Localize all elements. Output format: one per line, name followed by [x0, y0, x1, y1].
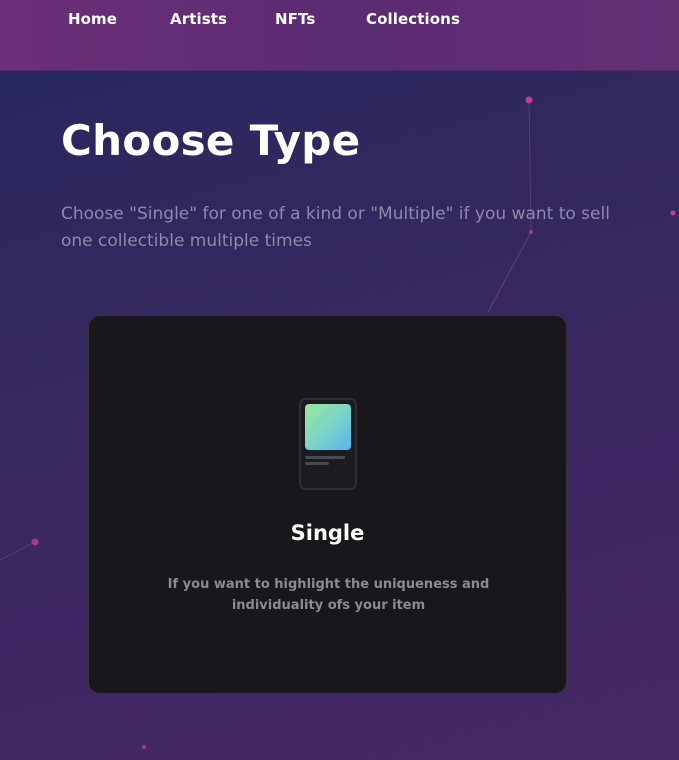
particle-dot [142, 745, 146, 749]
particle-dot [525, 96, 533, 104]
single-type-card[interactable]: Single If you want to highlight the uniq… [88, 315, 567, 694]
icon-thumbnail [305, 404, 351, 450]
card-description: If you want to highlight the uniqueness … [167, 577, 490, 613]
nav-home-link[interactable]: Home [68, 10, 117, 28]
icon-text-line [305, 462, 329, 465]
icon-text-line [305, 456, 345, 459]
top-navbar: Home Artists NFTs Collections [0, 0, 679, 71]
particle-dot [31, 538, 39, 546]
card-title: Single [290, 521, 365, 545]
page-subtitle: Choose "Single" for one of a kind or "Mu… [61, 204, 610, 251]
nav-artists-link[interactable]: Artists [170, 10, 227, 28]
single-item-icon [299, 398, 357, 490]
nav-nfts-link[interactable]: NFTs [275, 10, 315, 28]
nav-collections-link[interactable]: Collections [366, 10, 460, 28]
page-title: Choose Type [61, 116, 361, 165]
particle-dot [670, 210, 676, 216]
